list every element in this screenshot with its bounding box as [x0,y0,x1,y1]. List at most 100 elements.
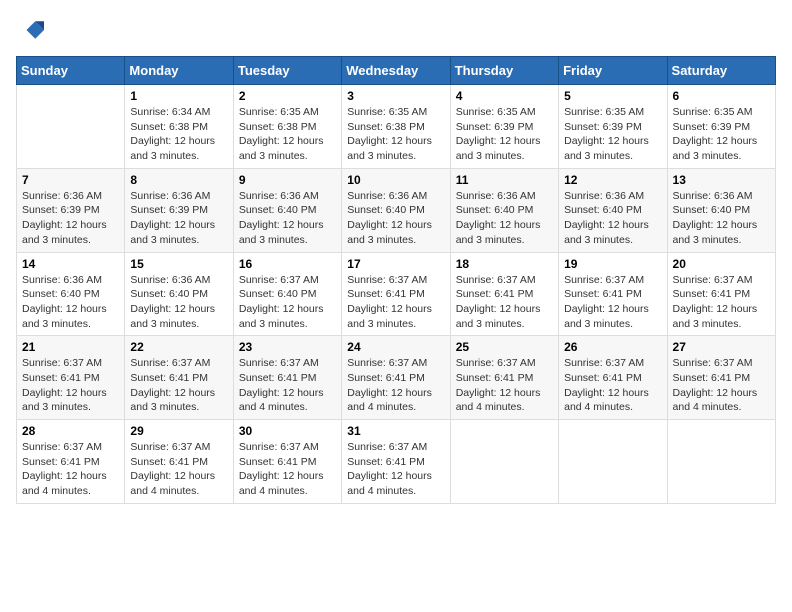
day-number: 10 [347,173,444,187]
day-cell: 19Sunrise: 6:37 AMSunset: 6:41 PMDayligh… [559,252,667,336]
day-number: 31 [347,424,444,438]
header-day-friday: Friday [559,57,667,85]
day-info: Sunrise: 6:35 AMSunset: 6:39 PMDaylight:… [673,105,770,164]
day-cell: 21 Sunrise: 6:37 AMSunset: 6:41 PMDayligh… [17,336,125,420]
day-number: 12 [564,173,661,187]
day-info: Sunrise: 6:36 AMSunset: 6:40 PMDaylight:… [673,189,770,248]
day-number: 11 [456,173,553,187]
day-cell: 23Sunrise: 6:37 AMSunset: 6:41 PMDayligh… [233,336,341,420]
day-cell: 24 Sunrise: 6:37 AMSunset: 6:41 PMDayligh… [342,336,450,420]
day-number: 6 [673,89,770,103]
day-info: Sunrise: 6:37 AMSunset: 6:41 PMDaylight:… [347,356,444,415]
day-cell: 26 Sunrise: 6:37 AMSunset: 6:41 PMDayligh… [559,336,667,420]
day-number: 21 [22,340,119,354]
day-cell [17,85,125,169]
day-info: Sunrise: 6:37 AMSunset: 6:41 PMDaylight:… [130,440,227,499]
day-number: 27 [673,340,770,354]
day-number: 17 [347,257,444,271]
day-info: Sunrise: 6:36 AMSunset: 6:39 PMDaylight:… [130,189,227,248]
day-info: Sunrise: 6:36 AMSunset: 6:40 PMDaylight:… [456,189,553,248]
calendar-body: 1 Sunrise: 6:34 AMSunset: 6:38 PMDaylight… [17,85,776,504]
day-number: 8 [130,173,227,187]
day-info: Sunrise: 6:36 AMSunset: 6:40 PMDaylight:… [564,189,661,248]
day-cell [559,420,667,504]
header-day-saturday: Saturday [667,57,775,85]
day-info: Sunrise: 6:37 AMSunset: 6:41 PMDaylight:… [22,440,119,499]
header-row: SundayMondayTuesdayWednesdayThursdayFrid… [17,57,776,85]
day-number: 9 [239,173,336,187]
day-cell: 28 Sunrise: 6:37 AMSunset: 6:41 PMDayligh… [17,420,125,504]
day-number: 24 [347,340,444,354]
day-number: 14 [22,257,119,271]
day-number: 29 [130,424,227,438]
day-number: 15 [130,257,227,271]
header [16,16,776,44]
day-number: 30 [239,424,336,438]
day-info: Sunrise: 6:36 AMSunset: 6:40 PMDaylight:… [130,273,227,332]
day-info: Sunrise: 6:37 AMSunset: 6:41 PMDaylight:… [456,273,553,332]
day-info: Sunrise: 6:35 AMSunset: 6:38 PMDaylight:… [239,105,336,164]
day-number: 20 [673,257,770,271]
day-info: Sunrise: 6:35 AMSunset: 6:39 PMDaylight:… [564,105,661,164]
day-info: Sunrise: 6:37 AMSunset: 6:41 PMDaylight:… [564,356,661,415]
week-row-3: 21 Sunrise: 6:37 AMSunset: 6:41 PMDayligh… [17,336,776,420]
week-row-1: 7Sunrise: 6:36 AMSunset: 6:39 PMDaylight… [17,168,776,252]
day-info: Sunrise: 6:37 AMSunset: 6:40 PMDaylight:… [239,273,336,332]
header-day-thursday: Thursday [450,57,558,85]
day-number: 18 [456,257,553,271]
day-number: 13 [673,173,770,187]
day-cell: 7Sunrise: 6:36 AMSunset: 6:39 PMDaylight… [17,168,125,252]
week-row-0: 1 Sunrise: 6:34 AMSunset: 6:38 PMDaylight… [17,85,776,169]
day-cell [667,420,775,504]
day-info: Sunrise: 6:37 AMSunset: 6:41 PMDaylight:… [239,440,336,499]
day-cell: 5Sunrise: 6:35 AMSunset: 6:39 PMDaylight… [559,85,667,169]
day-number: 23 [239,340,336,354]
day-number: 1 [130,89,227,103]
day-cell: 14 Sunrise: 6:36 AMSunset: 6:40 PMDayligh… [17,252,125,336]
logo [16,16,48,44]
day-cell: 18 Sunrise: 6:37 AMSunset: 6:41 PMDayligh… [450,252,558,336]
day-number: 26 [564,340,661,354]
week-row-4: 28 Sunrise: 6:37 AMSunset: 6:41 PMDayligh… [17,420,776,504]
day-cell: 15 Sunrise: 6:36 AMSunset: 6:40 PMDayligh… [125,252,233,336]
day-number: 2 [239,89,336,103]
day-cell: 3Sunrise: 6:35 AMSunset: 6:38 PMDaylight… [342,85,450,169]
day-cell: 22 Sunrise: 6:37 AMSunset: 6:41 PMDayligh… [125,336,233,420]
logo-icon [16,16,44,44]
day-info: Sunrise: 6:37 AMSunset: 6:41 PMDaylight:… [130,356,227,415]
day-info: Sunrise: 6:37 AMSunset: 6:41 PMDaylight:… [347,273,444,332]
day-number: 28 [22,424,119,438]
day-info: Sunrise: 6:36 AMSunset: 6:40 PMDaylight:… [22,273,119,332]
day-cell: 16 Sunrise: 6:37 AMSunset: 6:40 PMDayligh… [233,252,341,336]
day-cell: 6 Sunrise: 6:35 AMSunset: 6:39 PMDaylight… [667,85,775,169]
day-cell: 9 Sunrise: 6:36 AMSunset: 6:40 PMDaylight… [233,168,341,252]
day-cell: 10 Sunrise: 6:36 AMSunset: 6:40 PMDayligh… [342,168,450,252]
day-info: Sunrise: 6:37 AMSunset: 6:41 PMDaylight:… [673,273,770,332]
day-number: 4 [456,89,553,103]
day-cell: 11 Sunrise: 6:36 AMSunset: 6:40 PMDayligh… [450,168,558,252]
day-cell: 25Sunrise: 6:37 AMSunset: 6:41 PMDayligh… [450,336,558,420]
day-cell: 13 Sunrise: 6:36 AMSunset: 6:40 PMDayligh… [667,168,775,252]
day-info: Sunrise: 6:36 AMSunset: 6:40 PMDaylight:… [347,189,444,248]
header-day-monday: Monday [125,57,233,85]
day-number: 19 [564,257,661,271]
day-cell: 12 Sunrise: 6:36 AMSunset: 6:40 PMDayligh… [559,168,667,252]
day-info: Sunrise: 6:36 AMSunset: 6:40 PMDaylight:… [239,189,336,248]
day-info: Sunrise: 6:34 AMSunset: 6:38 PMDaylight:… [130,105,227,164]
day-cell: 29 Sunrise: 6:37 AMSunset: 6:41 PMDayligh… [125,420,233,504]
day-info: Sunrise: 6:37 AMSunset: 6:41 PMDaylight:… [347,440,444,499]
day-cell: 1 Sunrise: 6:34 AMSunset: 6:38 PMDaylight… [125,85,233,169]
day-cell: 8 Sunrise: 6:36 AMSunset: 6:39 PMDaylight… [125,168,233,252]
day-cell: 30 Sunrise: 6:37 AMSunset: 6:41 PMDayligh… [233,420,341,504]
day-info: Sunrise: 6:35 AMSunset: 6:38 PMDaylight:… [347,105,444,164]
day-number: 22 [130,340,227,354]
day-info: Sunrise: 6:36 AMSunset: 6:39 PMDaylight:… [22,189,119,248]
day-number: 16 [239,257,336,271]
day-cell: 17 Sunrise: 6:37 AMSunset: 6:41 PMDayligh… [342,252,450,336]
header-day-wednesday: Wednesday [342,57,450,85]
day-info: Sunrise: 6:37 AMSunset: 6:41 PMDaylight:… [22,356,119,415]
header-day-tuesday: Tuesday [233,57,341,85]
day-info: Sunrise: 6:37 AMSunset: 6:41 PMDaylight:… [673,356,770,415]
day-info: Sunrise: 6:37 AMSunset: 6:41 PMDaylight:… [456,356,553,415]
day-info: Sunrise: 6:35 AMSunset: 6:39 PMDaylight:… [456,105,553,164]
